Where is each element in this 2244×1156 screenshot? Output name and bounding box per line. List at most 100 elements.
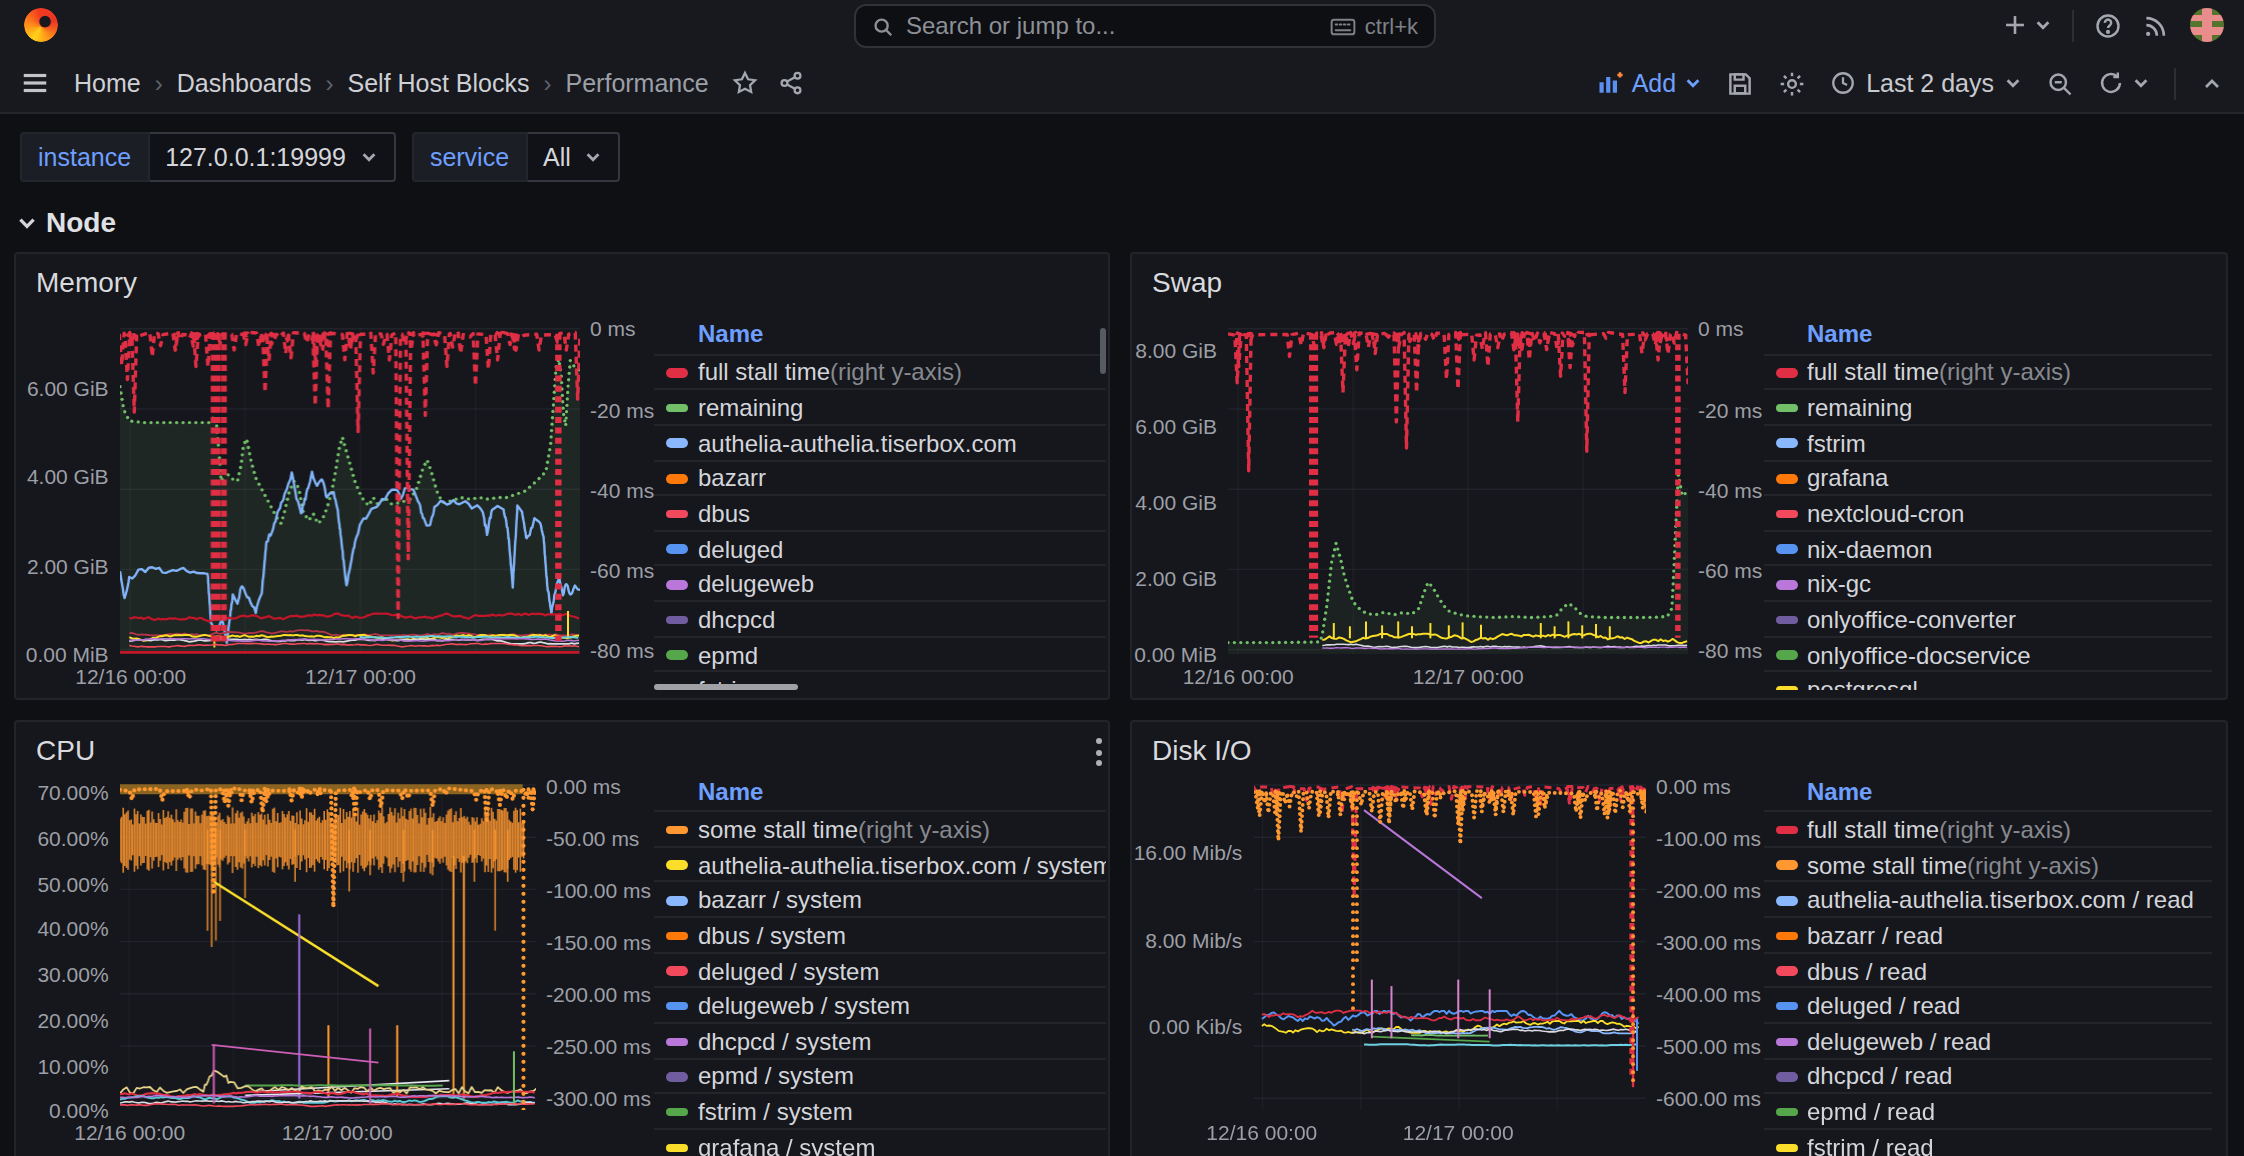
legend-row[interactable]: some stall time (right y-axis) (653, 810, 1105, 847)
legend-header[interactable]: Name (1807, 777, 1872, 805)
legend-header[interactable]: Name (698, 777, 763, 805)
grafana-logo[interactable] (24, 8, 58, 42)
chart-canvas[interactable] (121, 784, 536, 1110)
panel-memory: Memory6.00 GiB4.00 GiB2.00 GiB0.00 MiB0 … (14, 251, 1110, 700)
legend-row[interactable]: some stall time (right y-axis) (1764, 846, 2212, 883)
legend-row[interactable]: onlyoffice-docservice (1764, 635, 2212, 672)
legend-row[interactable]: nextcloud-cron (1764, 494, 2212, 531)
legend-header[interactable]: Name (1807, 320, 1872, 348)
news-icon[interactable] (2142, 11, 2170, 39)
y-axis-label: 2.00 GiB (1135, 566, 1217, 590)
legend-series-label: onlyoffice-docservice (1807, 641, 2031, 669)
variable-instance-value[interactable]: 127.0.0.1:19999 (149, 132, 396, 182)
star-icon[interactable] (733, 70, 759, 96)
panel-title[interactable]: Memory (36, 265, 137, 297)
legend-row[interactable]: dbus / read (1764, 952, 2212, 989)
legend-row[interactable]: dbus (653, 494, 1105, 531)
variable-service-label[interactable]: service (412, 132, 527, 182)
breadcrumb-dashboards[interactable]: Dashboards (177, 69, 312, 97)
legend-row[interactable]: remaining (1764, 388, 2212, 425)
legend-row[interactable]: delugeweb / read (1764, 1022, 2212, 1059)
legend-series-label: dhcpcd (698, 606, 775, 634)
legend-row[interactable]: nix-gc (1764, 565, 2212, 602)
legend-row[interactable]: bazarr / system (653, 881, 1105, 918)
legend-vertical-scrollbar[interactable] (1099, 328, 1105, 374)
legend-row[interactable]: bazarr (653, 459, 1105, 496)
menu-icon[interactable] (20, 68, 50, 98)
legend-row[interactable]: remaining (653, 388, 1105, 425)
legend-series-color (1775, 896, 1797, 905)
legend-row[interactable]: deluged / read (1764, 987, 2212, 1024)
legend-horizontal-scrollbar[interactable] (654, 684, 798, 690)
new-button[interactable] (2002, 12, 2052, 38)
zoom-out-icon[interactable] (2046, 69, 2074, 97)
legend: Name full stall time (right y-axis)remain… (1764, 318, 2212, 690)
legend-row[interactable]: epmd (653, 635, 1105, 672)
legend-row[interactable]: full stall time (right y-axis) (1764, 353, 2212, 390)
legend-row[interactable]: deluged (653, 530, 1105, 567)
legend-row[interactable]: dbus / system (653, 916, 1105, 953)
right-y-axis-label: -20 ms (590, 397, 654, 421)
legend-series-color (666, 826, 688, 835)
chart-canvas[interactable] (1228, 328, 1688, 654)
help-icon[interactable] (2094, 11, 2122, 39)
refresh-button[interactable] (2098, 70, 2150, 96)
settings-icon[interactable] (1778, 69, 1806, 97)
chart-canvas[interactable] (121, 328, 580, 654)
panel-title[interactable]: Disk I/O (1152, 734, 1252, 766)
right-y-axis-label: -80 ms (1698, 638, 1762, 662)
legend-header[interactable]: Name (698, 320, 763, 348)
legend-row[interactable]: dhcpcd / system (653, 1022, 1105, 1059)
legend-series-label: bazarr / read (1807, 922, 1943, 950)
legend-row[interactable]: delugeweb / system (653, 987, 1105, 1024)
legend-row[interactable]: onlyoffice-converter (1764, 600, 2212, 637)
legend-row[interactable]: deluged / system (653, 952, 1105, 989)
time-range-picker[interactable]: Last 2 days (1830, 69, 2022, 97)
legend-row[interactable]: fstrim (1764, 424, 2212, 461)
legend-row[interactable]: grafana (1764, 459, 2212, 496)
right-y-axis-label: -250.00 ms (546, 1034, 651, 1058)
save-icon[interactable] (1726, 69, 1754, 97)
x-axis-label: 12/17 00:00 (1402, 664, 1534, 688)
legend-row[interactable]: bazarr / read (1764, 916, 2212, 953)
y-axis-label: 4.00 GiB (1135, 491, 1217, 515)
legend-row[interactable]: authelia-authelia.tiserbox.com / system (653, 846, 1105, 883)
breadcrumb-folder[interactable]: Self Host Blocks (348, 69, 530, 97)
legend-series-note: (right y-axis) (830, 359, 962, 387)
legend-row[interactable]: nix-daemon (1764, 530, 2212, 567)
panel-title[interactable]: Swap (1152, 265, 1222, 297)
legend-row[interactable]: delugeweb (653, 565, 1105, 602)
legend-row[interactable]: authelia-authelia.tiserbox.com / read (1764, 881, 2212, 918)
share-icon[interactable] (779, 70, 805, 96)
panel-title[interactable]: CPU (36, 734, 95, 766)
legend-series-label: authelia-authelia.tiserbox.com (698, 429, 1017, 457)
y-axis-label: 10.00% (37, 1053, 108, 1077)
legend-row[interactable]: epmd / read (1764, 1093, 2212, 1130)
breadcrumb-home[interactable]: Home (74, 69, 141, 97)
legend-row[interactable]: grafana / system (653, 1128, 1105, 1156)
legend-series-color (1775, 1108, 1797, 1117)
legend-row[interactable]: authelia-authelia.tiserbox.com (653, 424, 1105, 461)
search-icon (872, 15, 894, 37)
legend-row[interactable]: full stall time (right y-axis) (1764, 810, 2212, 847)
legend-row[interactable]: dhcpcd / read (1764, 1057, 2212, 1094)
panel-menu-icon[interactable] (1096, 738, 1102, 766)
legend-row[interactable]: epmd / system (653, 1057, 1105, 1094)
legend-row[interactable]: fstrim / system (653, 1093, 1105, 1130)
legend-series-color (666, 651, 688, 660)
legend-row[interactable]: dhcpcd (653, 600, 1105, 637)
legend-series-label: grafana (1807, 465, 1888, 493)
variable-instance-label[interactable]: instance (20, 132, 149, 182)
chevron-up-icon[interactable] (2200, 71, 2224, 95)
section-node[interactable]: Node (16, 206, 116, 238)
legend-row[interactable]: full stall time (right y-axis) (653, 353, 1105, 390)
search-input[interactable]: Search or jump to... ctrl+k (854, 4, 1436, 48)
add-button[interactable]: Add (1596, 69, 1703, 97)
user-avatar[interactable] (2190, 8, 2224, 42)
legend-row[interactable]: fstrim / read (1764, 1128, 2212, 1156)
legend-row[interactable]: postgresql (1764, 671, 2212, 690)
variable-service-value[interactable]: All (527, 132, 621, 182)
divider (2174, 67, 2176, 99)
chart-canvas[interactable] (1253, 784, 1646, 1110)
legend-series-color (666, 1002, 688, 1011)
